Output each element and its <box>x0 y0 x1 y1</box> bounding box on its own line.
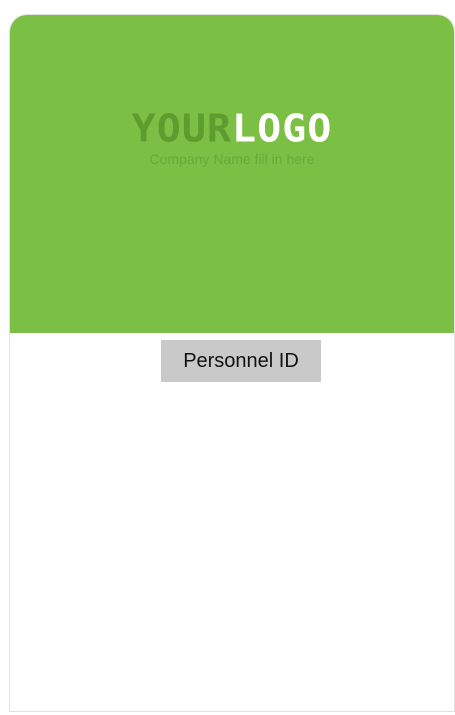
logo-tagline: Company Name fill in here <box>149 151 315 167</box>
logo-word-logo: LOGO <box>232 107 333 151</box>
company-logo: YOURLOGO Company Name fill in here <box>10 109 454 167</box>
logo-word-your: YOUR <box>131 107 232 151</box>
personnel-id-label: Personnel ID <box>161 340 321 382</box>
card-header: YOURLOGO Company Name fill in here <box>10 15 454 333</box>
logo-wordmark: YOURLOGO <box>10 110 454 148</box>
id-card: YOURLOGO Company Name fill in here Perso… <box>9 14 455 712</box>
